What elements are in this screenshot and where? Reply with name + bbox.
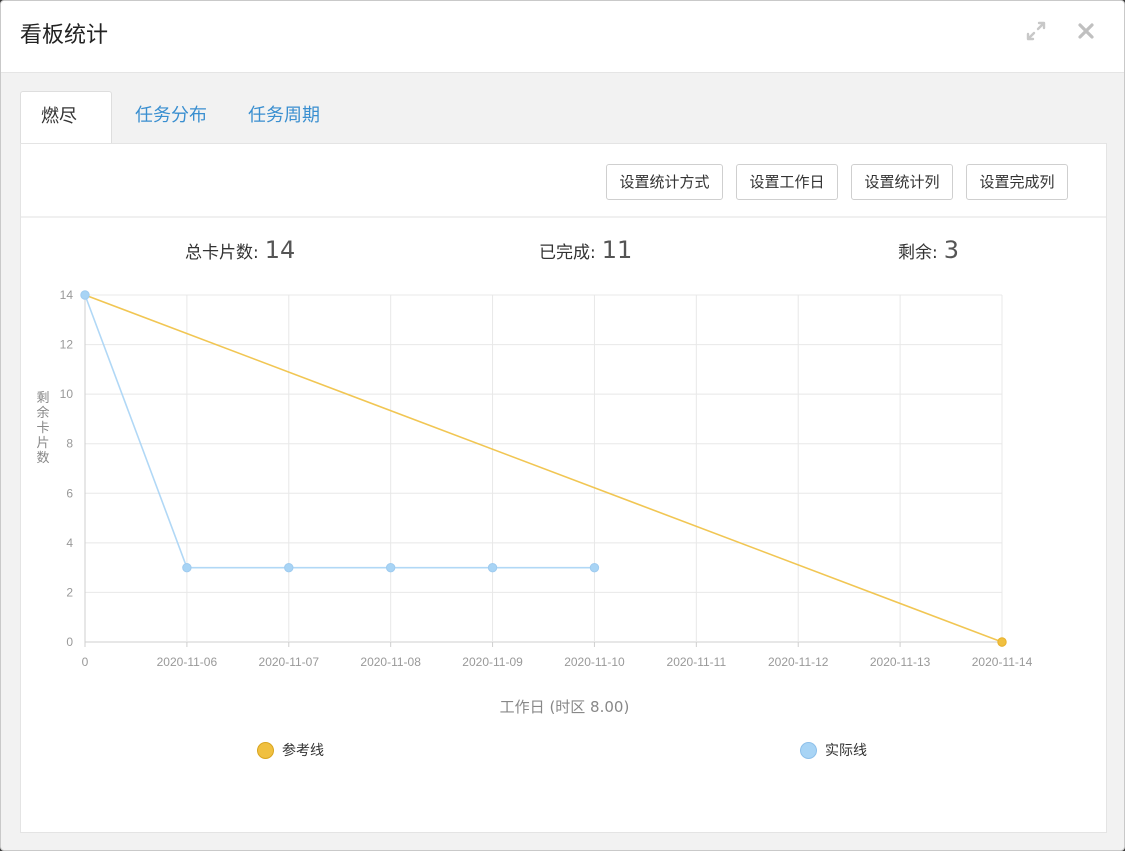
legend-reference[interactable]: 参考线 [257,740,324,760]
legend-actual-label: 实际线 [825,743,867,759]
legend-reference-label: 参考线 [282,743,324,759]
series-point-1 [80,290,90,300]
y-tick-label: 12 [60,338,74,352]
x-tick-label: 2020-11-13 [870,655,931,669]
y-axis-label-char: 卡 [36,421,49,436]
legend-reference-dot [257,741,274,759]
series-point-1 [284,562,294,573]
x-tick-label: 2020-11-07 [259,655,320,669]
tab-burndown[interactable]: 燃尽图 [20,91,112,177]
y-axis-label-char: 剩 [36,391,49,406]
kanban-stats-dialog: 看板统计 燃尽图 任务分布 任务周期 设置统计方式 设置工作日 设置统计列 设置… [0,0,1125,851]
x-tick-label: 2020-11-12 [768,655,829,669]
series-point-1 [487,562,498,573]
x-tick-label: 2020-11-08 [360,655,421,669]
y-tick-label: 6 [66,486,73,500]
x-tick-label: 2020-11-11 [667,655,727,669]
burndown-panel: 设置统计方式 设置工作日 设置统计列 设置完成列 总卡片数: 14 已完成: 11 … [20,143,1107,833]
y-tick-label: 2 [66,585,73,599]
y-tick-label: 10 [60,387,74,401]
y-axis-label-char: 数 [36,451,49,466]
series-point-1 [182,562,192,573]
tab-task-distribution[interactable]: 任务分布 [115,91,227,144]
dialog-title: 看板统计 [20,23,109,48]
legend-actual[interactable]: 实际线 [800,740,867,760]
y-tick-label: 14 [60,288,74,302]
tab-bar: 燃尽图 任务分布 任务周期 [20,91,1105,177]
tab-task-cycle[interactable]: 任务周期 [228,91,340,144]
series-point-1 [385,562,396,573]
series-point-0 [997,637,1007,647]
series-line-1 [84,294,595,569]
close-icon[interactable] [1074,19,1098,43]
y-axis-label-char: 余 [36,405,49,421]
y-axis-label-char: 片 [36,436,49,451]
dialog-header: 看板统计 [1,1,1124,73]
burndown-chart: 0 2 4 6 8 10 12 14 0 2020-11-06 2020-11-07 2020-11-… [36,288,1033,669]
expand-icon[interactable] [1024,19,1048,43]
x-tick-label: 0 [82,655,89,669]
y-tick-label: 8 [66,437,73,451]
x-tick-label: 2020-11-14 [972,655,1033,669]
x-tick-label: 2020-11-09 [462,655,523,669]
legend-actual-dot [800,741,817,759]
y-tick-label: 0 [66,635,73,649]
x-tick-label: 2020-11-10 [564,655,625,669]
series-point-1 [589,562,600,573]
series-line-0 [84,294,1003,643]
x-axis-label: 工作日 (时区 8.00) [499,698,630,716]
x-tick-label: 2020-11-06 [157,655,218,669]
y-tick-label: 4 [66,536,73,550]
